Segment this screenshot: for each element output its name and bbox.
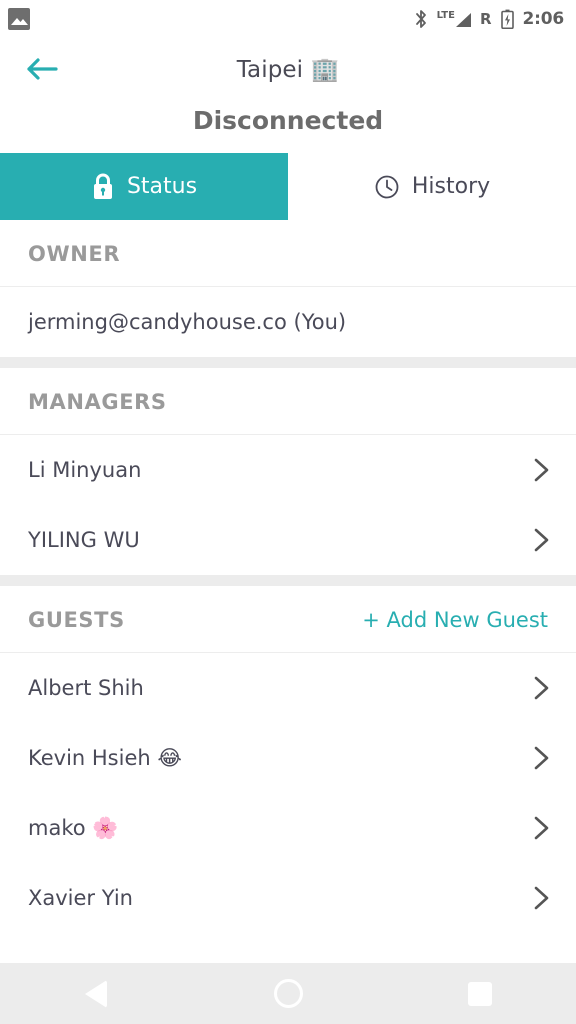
android-navigation-bar	[0, 963, 576, 1024]
clock-icon	[374, 174, 400, 200]
guest-name: Xavier Yin	[28, 886, 133, 910]
list-item[interactable]: Kevin Hsieh 😂	[0, 723, 576, 793]
battery-charging-icon	[500, 9, 514, 29]
manager-name: Li Minyuan	[28, 458, 142, 482]
status-bar-right: LTE R 2:06	[414, 9, 564, 29]
tab-status[interactable]: Status	[0, 153, 288, 220]
section-divider	[0, 357, 576, 368]
chevron-right-icon	[528, 745, 554, 771]
members-list: OWNER jerming@candyhouse.co (You) MANAGE…	[0, 220, 576, 933]
nav-recents-icon	[468, 981, 492, 1006]
section-title-owner: OWNER	[28, 242, 121, 266]
nav-back-button[interactable]	[56, 963, 136, 1024]
network-type-label: LTE	[436, 10, 455, 21]
nav-home-icon	[273, 979, 303, 1008]
list-item[interactable]: Albert Shih	[0, 653, 576, 723]
status-bar-clock: 2:06	[522, 9, 565, 29]
title-bar: Taipei 🏢	[0, 38, 576, 100]
status-bar: LTE R 2:06	[0, 0, 576, 38]
nav-recents-button[interactable]	[440, 963, 520, 1024]
gallery-icon	[8, 8, 30, 30]
back-arrow-icon	[25, 57, 59, 81]
guest-name: Kevin Hsieh 😂	[28, 746, 182, 770]
list-item[interactable]: YILING WU	[0, 505, 576, 575]
status-bar-left	[8, 8, 30, 30]
tab-bar: Status History	[0, 153, 576, 220]
section-header-guests: GUESTS + Add New Guest	[0, 586, 576, 653]
bluetooth-icon	[414, 9, 428, 29]
section-header-managers: MANAGERS	[0, 368, 576, 435]
tab-status-label: Status	[126, 174, 198, 199]
nav-back-icon	[85, 979, 107, 1008]
list-item[interactable]: mako 🌸	[0, 793, 576, 863]
tab-history-label: History	[411, 174, 491, 199]
roaming-indicator: R	[479, 9, 492, 28]
list-item[interactable]: jerming@candyhouse.co (You)	[0, 287, 576, 357]
section-header-owner: OWNER	[0, 220, 576, 287]
section-title-guests: GUESTS	[28, 608, 125, 632]
guest-name: Albert Shih	[28, 676, 144, 700]
nav-home-button[interactable]	[248, 963, 328, 1024]
section-title-managers: MANAGERS	[28, 390, 167, 414]
chevron-right-icon	[528, 675, 554, 701]
signal-bars-icon	[455, 13, 471, 27]
list-item[interactable]: Li Minyuan	[0, 435, 576, 505]
section-divider	[0, 575, 576, 586]
tab-history[interactable]: History	[288, 153, 576, 220]
page-title: Taipei 🏢	[236, 56, 340, 83]
guest-name: mako 🌸	[28, 815, 119, 840]
add-new-guest-button[interactable]: + Add New Guest	[362, 608, 548, 632]
manager-name: YILING WU	[28, 528, 140, 552]
chevron-right-icon	[528, 815, 554, 841]
connection-status-heading: Disconnected	[0, 100, 576, 153]
chevron-right-icon	[528, 457, 554, 483]
back-button[interactable]	[20, 54, 64, 84]
chevron-right-icon	[528, 527, 554, 553]
cellular-signal-icon: LTE	[437, 11, 471, 27]
lock-icon	[91, 173, 115, 201]
chevron-right-icon	[528, 885, 554, 911]
list-item[interactable]: Xavier Yin	[0, 863, 576, 933]
owner-email: jerming@candyhouse.co (You)	[28, 310, 347, 334]
